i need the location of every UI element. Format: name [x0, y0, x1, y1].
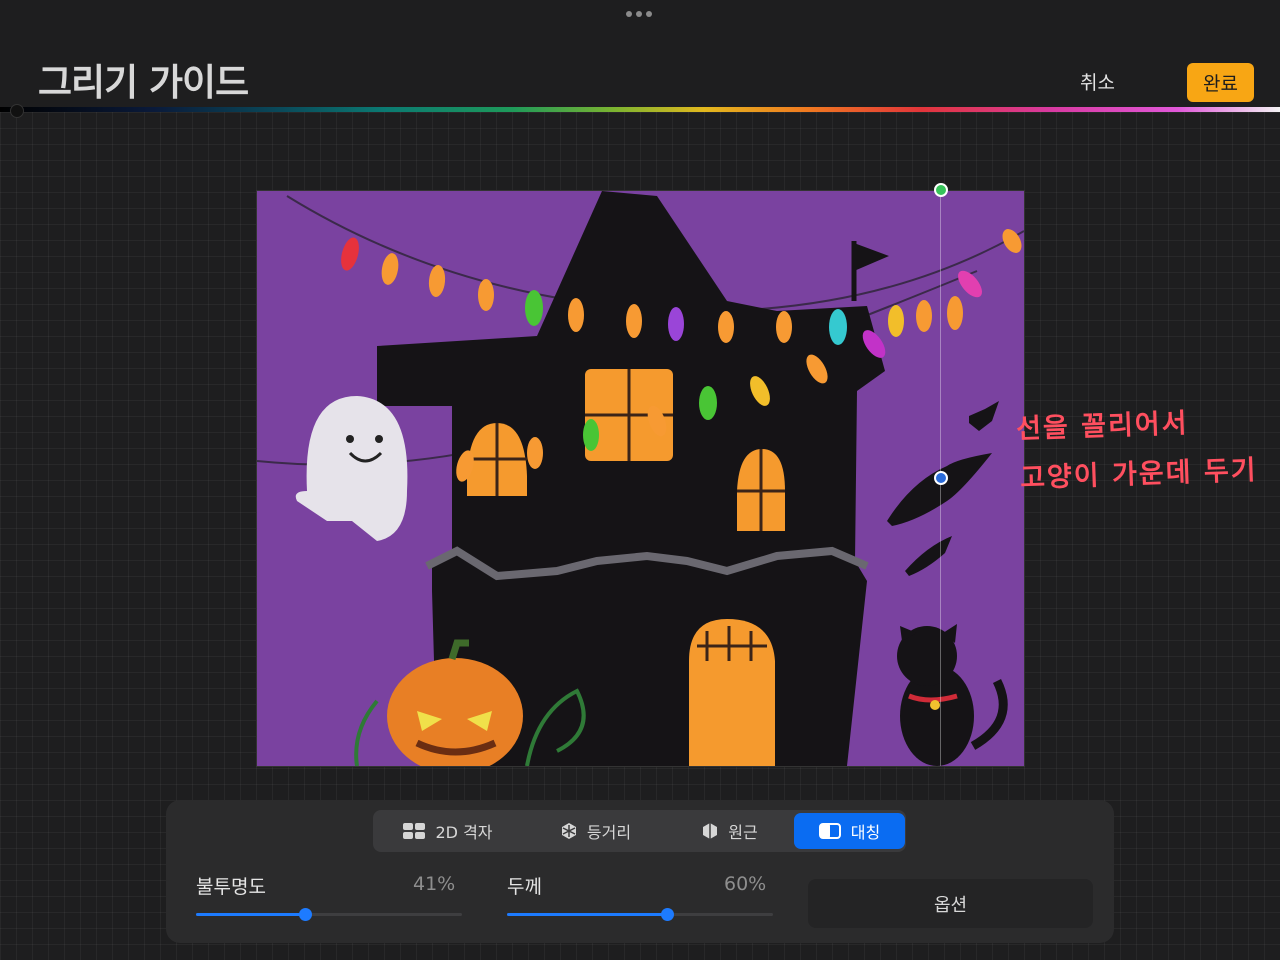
- thickness-slider[interactable]: [507, 908, 773, 921]
- tab-isometric[interactable]: 등거리: [548, 813, 644, 849]
- cancel-button[interactable]: 취소: [1080, 68, 1115, 95]
- symmetry-icon: [818, 823, 841, 839]
- artwork-canvas: [257, 191, 1024, 766]
- thickness-slider-knob[interactable]: [660, 908, 674, 921]
- opacity-value: 41%: [413, 873, 456, 895]
- color-bar-handle[interactable]: [10, 104, 24, 118]
- tab-2d-grid[interactable]: 2D 격자: [393, 813, 503, 849]
- symmetry-rotation-handle[interactable]: [934, 183, 948, 197]
- grid-icon: [403, 823, 426, 839]
- more-options-icon[interactable]: [626, 11, 652, 17]
- tab-label: 2D 격자: [435, 823, 493, 842]
- tab-label: 대칭: [850, 823, 881, 842]
- tab-symmetry[interactable]: 대칭: [794, 813, 905, 849]
- done-button[interactable]: 완료: [1187, 63, 1254, 102]
- perspective-icon: [702, 823, 718, 839]
- options-button[interactable]: 옵션: [808, 879, 1093, 928]
- tab-label: 등거리: [586, 823, 632, 842]
- symmetry-center-handle[interactable]: [934, 471, 948, 485]
- opacity-label: 불투명도: [196, 876, 266, 898]
- opacity-slider[interactable]: [196, 908, 462, 921]
- tab-label: 원근: [728, 823, 758, 842]
- tab-perspective[interactable]: 원근: [690, 813, 770, 849]
- isometric-icon: [561, 823, 577, 839]
- haunted-house-artwork: [257, 191, 1024, 766]
- handwritten-note-line-2: 고양이 가운데 두기: [1019, 454, 1259, 495]
- page-title: 그리기 가이드: [38, 61, 249, 104]
- thickness-slider-fill: [507, 913, 667, 916]
- opacity-slider-knob[interactable]: [299, 908, 313, 921]
- handwritten-note-line-1: 선을 꼴리어서: [1015, 407, 1190, 445]
- thickness-label: 두께: [507, 876, 542, 898]
- thickness-value: 60%: [724, 873, 767, 895]
- guide-color-bar[interactable]: [0, 107, 1280, 112]
- opacity-slider-fill: [196, 913, 306, 916]
